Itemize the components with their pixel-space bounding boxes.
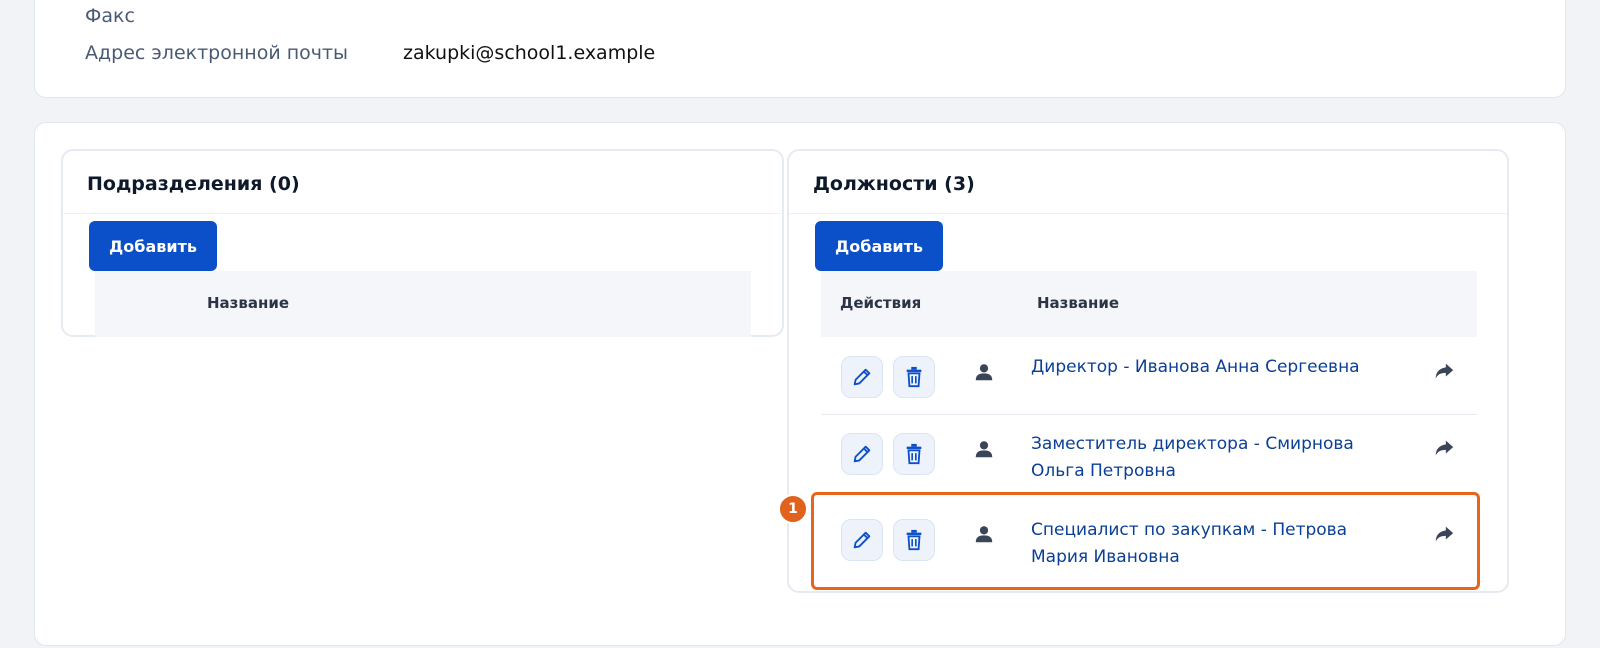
departments-title: Подразделения (0) bbox=[87, 173, 300, 195]
contact-info-panel: Факс Адрес электронной почты zakupki@sch… bbox=[34, 0, 1566, 98]
position-link[interactable]: Заместитель директора - Смирнова Ольга П… bbox=[1031, 431, 1361, 485]
divider bbox=[63, 213, 782, 214]
add-department-button[interactable]: Добавить bbox=[89, 221, 217, 271]
divider bbox=[789, 213, 1507, 214]
column-header-actions: Действия bbox=[840, 294, 922, 312]
annotation-marker: 1 bbox=[778, 494, 808, 524]
column-header-name: Название bbox=[207, 294, 290, 312]
table-row: Заместитель директора - Смирнова Ольга П… bbox=[821, 415, 1477, 493]
delete-button[interactable] bbox=[893, 433, 935, 475]
column-header-name: Название bbox=[1037, 294, 1120, 312]
position-link[interactable]: Директор - Иванова Анна Сергеевна bbox=[1031, 354, 1361, 381]
departments-table-header: Название bbox=[95, 271, 751, 337]
table-row: Директор - Иванова Анна Сергеевна bbox=[821, 337, 1477, 415]
add-position-button[interactable]: Добавить bbox=[815, 221, 943, 271]
fax-label: Факс bbox=[85, 5, 135, 27]
trash-icon bbox=[906, 366, 922, 388]
position-name-line1: Директор - Иванова Анна Сергеевна bbox=[1031, 357, 1360, 377]
position-name-line2: Ольга Петровна bbox=[1031, 461, 1176, 481]
edit-button[interactable] bbox=[841, 356, 883, 398]
person-icon bbox=[975, 441, 993, 458]
trash-icon bbox=[906, 443, 922, 465]
person-icon bbox=[975, 364, 993, 381]
highlight-box bbox=[811, 492, 1480, 590]
email-label: Адрес электронной почты bbox=[85, 42, 349, 64]
edit-button[interactable] bbox=[841, 433, 883, 475]
pencil-icon bbox=[853, 445, 871, 463]
share-icon[interactable] bbox=[1433, 360, 1455, 382]
pencil-icon bbox=[853, 368, 871, 386]
positions-title: Должности (3) bbox=[813, 173, 975, 195]
share-icon[interactable] bbox=[1433, 437, 1455, 459]
positions-table-header: Действия Название bbox=[821, 271, 1477, 337]
position-name-line1: Заместитель директора - Смирнова bbox=[1031, 434, 1354, 454]
delete-button[interactable] bbox=[893, 356, 935, 398]
email-value: zakupki@school1.example bbox=[403, 42, 656, 64]
departments-card: Подразделения (0) Добавить Название bbox=[61, 149, 784, 337]
